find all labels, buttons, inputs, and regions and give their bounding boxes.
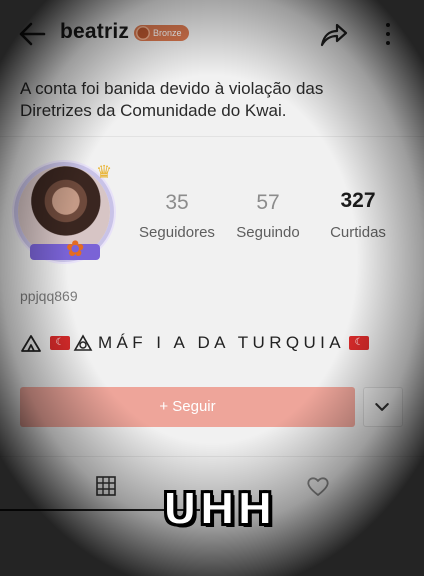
following-label[interactable]: Seguindo xyxy=(218,224,318,241)
likes-label[interactable]: Curtidas xyxy=(308,224,408,241)
profile-title: beatriz xyxy=(60,20,130,43)
flower-icon: ✿ xyxy=(66,236,85,261)
arrow-left-icon[interactable] xyxy=(14,18,50,50)
dot xyxy=(386,41,390,45)
chevron-down-icon xyxy=(375,403,389,411)
header: beatriz Bronze xyxy=(0,0,424,66)
divider xyxy=(0,456,424,457)
banned-notice: A conta foi banida devido à violação das… xyxy=(20,79,324,120)
grid-icon[interactable] xyxy=(96,476,116,496)
more-vertical-icon[interactable] xyxy=(378,18,398,50)
follow-button[interactable]: + Seguir xyxy=(20,387,355,427)
badge-label: Bronze xyxy=(153,28,182,38)
bio-text: MÁF I A DA TURQUIA xyxy=(98,333,346,352)
crown-icon: ♛ xyxy=(96,162,113,182)
bronze-coin-icon xyxy=(136,26,150,40)
dot xyxy=(386,32,390,36)
tent-icon xyxy=(21,335,41,352)
following-count[interactable]: 57 xyxy=(223,191,313,215)
username: ppjqq869 xyxy=(20,288,78,304)
dot xyxy=(386,23,390,27)
bronze-badge: Bronze xyxy=(134,25,189,41)
heart-icon[interactable] xyxy=(305,474,331,498)
suggestions-dropdown-button[interactable] xyxy=(363,387,403,427)
bio: ☾ MÁF I A DA TURQUIA ☾ xyxy=(20,332,370,354)
avatar-frame-ribbon xyxy=(30,244,100,260)
divider xyxy=(0,136,424,137)
turkey-flag-icon: ☾ xyxy=(349,336,370,350)
turkey-flag-icon: ☾ xyxy=(50,336,70,350)
likes-count[interactable]: 327 xyxy=(313,189,403,213)
meme-caption: UHH xyxy=(161,483,275,536)
emblem-icon xyxy=(73,334,93,351)
avatar[interactable]: ♛ ✿ xyxy=(18,162,114,262)
followers-label[interactable]: Seguidores xyxy=(127,224,227,241)
followers-count[interactable]: 35 xyxy=(132,191,222,215)
share-icon[interactable] xyxy=(318,19,350,49)
